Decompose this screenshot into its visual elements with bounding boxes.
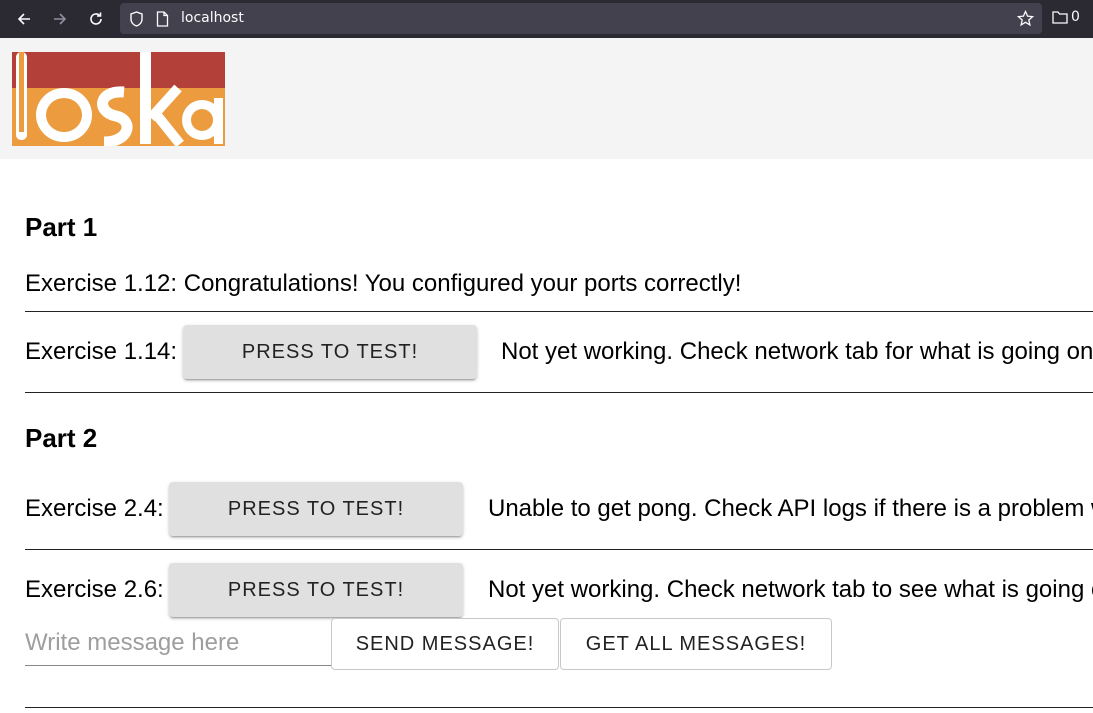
back-icon[interactable] [12, 7, 36, 31]
divider [25, 392, 1093, 393]
exercise-1-12-text: Exercise 1.12: Congratulations! You conf… [25, 270, 742, 297]
page-icon [156, 11, 169, 32]
send-message-button[interactable]: SEND MESSAGE! [331, 618, 559, 670]
part1-heading: Part 1 [25, 212, 98, 242]
star-icon[interactable] [1016, 9, 1035, 32]
exercise-2-4-status: Unable to get pong. Check API logs if th… [488, 495, 1093, 522]
divider [25, 311, 1093, 312]
bookmarks-folder[interactable]: 0 [1052, 9, 1080, 25]
browser-toolbar: localhost 0 [0, 0, 1093, 38]
part2-heading: Part 2 [25, 423, 98, 453]
exercise-2-4-test-button[interactable]: PRESS TO TEST! [169, 482, 463, 536]
exercise-2-6-test-button[interactable]: PRESS TO TEST! [169, 563, 463, 617]
url-text: localhost [181, 10, 244, 26]
forward-icon[interactable] [48, 7, 72, 31]
iosa-logo [12, 52, 225, 146]
exercise-1-14-test-button[interactable]: PRESS TO TEST! [183, 325, 477, 379]
get-all-messages-button[interactable]: GET ALL MESSAGES! [560, 618, 832, 670]
exercise-1-14-label: Exercise 1.14: [25, 338, 178, 365]
exercise-2-6-label: Exercise 2.6: [25, 576, 164, 603]
exercise-2-6-status: Not yet working. Check network tab to se… [488, 576, 1093, 603]
folder-count: 0 [1071, 9, 1080, 25]
divider [25, 707, 1093, 708]
folder-icon [1052, 11, 1068, 24]
divider [25, 549, 1093, 550]
url-bar[interactable]: localhost [120, 3, 1042, 34]
reload-icon[interactable] [84, 7, 108, 31]
message-input[interactable] [25, 620, 331, 666]
exercise-1-14-status: Not yet working. Check network tab for w… [501, 338, 1093, 365]
site-header [0, 38, 1093, 159]
shield-icon[interactable] [129, 11, 144, 32]
exercise-2-4-label: Exercise 2.4: [25, 495, 164, 522]
